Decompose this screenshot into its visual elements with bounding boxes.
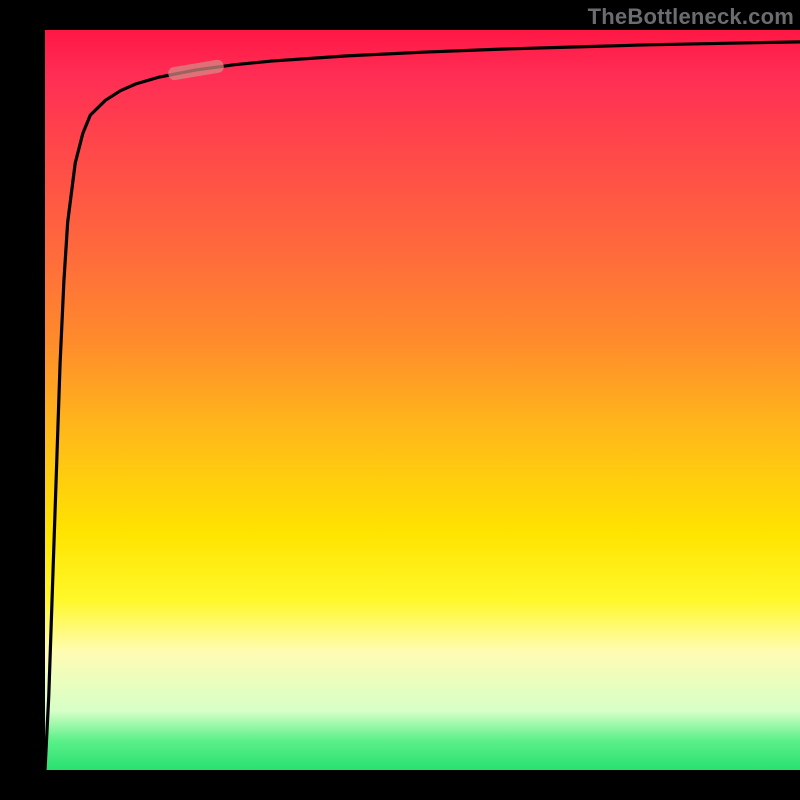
chart-stage: TheBottleneck.com bbox=[0, 0, 800, 800]
chart-plot-area bbox=[45, 30, 800, 770]
attribution-label: TheBottleneck.com bbox=[588, 4, 794, 30]
